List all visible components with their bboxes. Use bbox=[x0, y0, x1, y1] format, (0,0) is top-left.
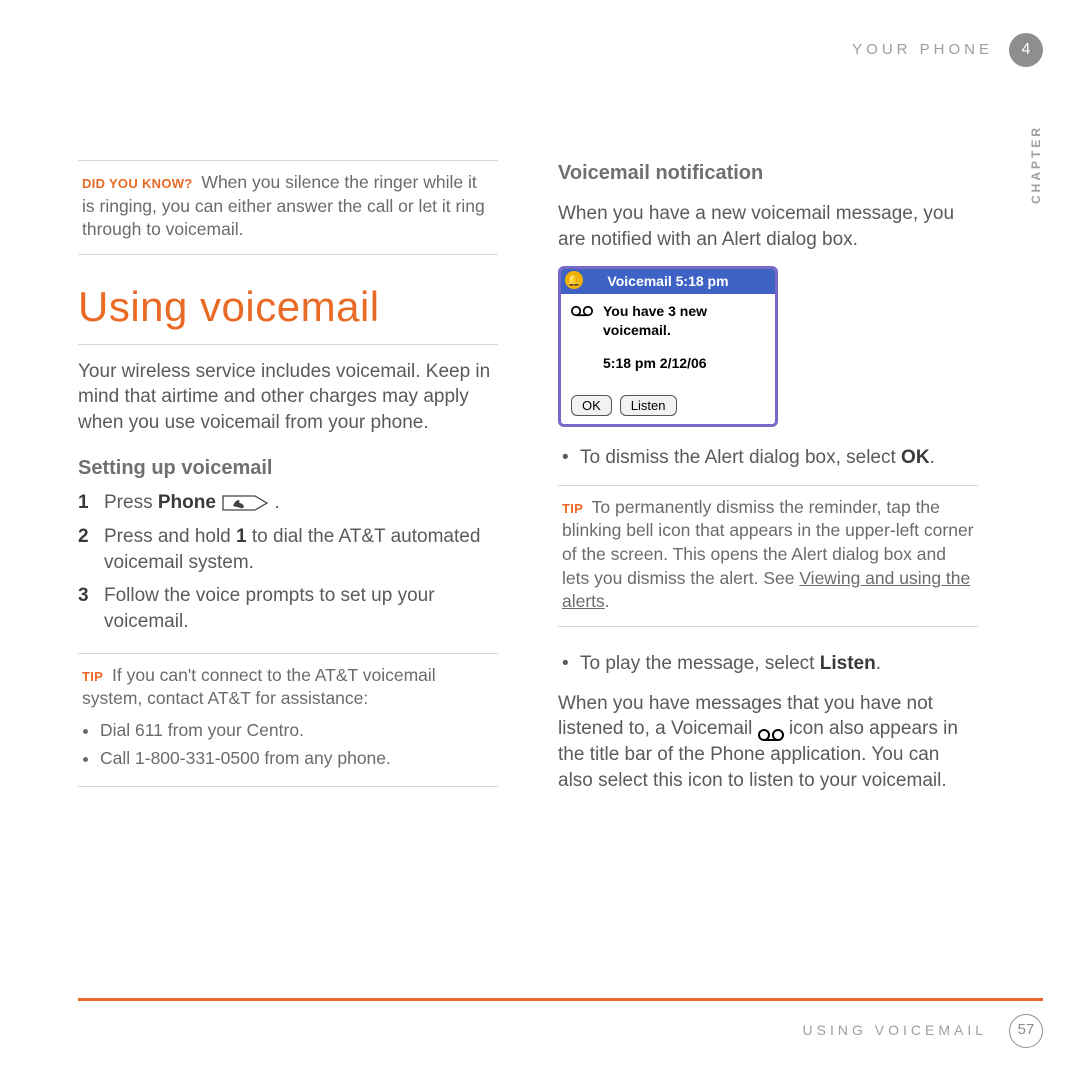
callout-lead: DID YOU KNOW? bbox=[82, 176, 193, 191]
chapter-badge: 4 bbox=[1009, 33, 1043, 67]
left-column: DID YOU KNOW? When you silence the ringe… bbox=[78, 160, 498, 811]
side-chapter-label: CHAPTER bbox=[1028, 125, 1044, 204]
screenshot-timestamp: 5:18 pm 2/12/06 bbox=[603, 354, 765, 373]
bell-icon: 🔔 bbox=[565, 271, 583, 289]
bullet-dismiss: To dismiss the Alert dialog box, select … bbox=[580, 445, 978, 471]
step-3: 3 Follow the voice prompts to set up you… bbox=[78, 583, 498, 634]
phone-key-icon bbox=[221, 493, 269, 513]
notification-intro: When you have a new voicemail message, y… bbox=[558, 201, 978, 252]
screenshot-listen-button: Listen bbox=[620, 395, 677, 417]
running-header: YOUR PHONE bbox=[852, 40, 993, 60]
callout-lead: TIP bbox=[82, 669, 103, 684]
voicemail-icon bbox=[758, 724, 784, 738]
step-2: 2 Press and hold 1 to dial the AT&T auto… bbox=[78, 524, 498, 575]
tip-box-right: TIP To permanently dismiss the reminder,… bbox=[558, 485, 978, 627]
title-bar-paragraph: When you have messages that you have not… bbox=[558, 691, 978, 794]
did-you-know-box: DID YOU KNOW? When you silence the ringe… bbox=[78, 160, 498, 255]
subheading-setup: Setting up voicemail bbox=[78, 455, 498, 482]
setup-steps: 1 Press Phone . 2 Press and hold 1 to di… bbox=[78, 490, 498, 634]
callout-lead: TIP bbox=[562, 501, 583, 516]
tip-bullet: Dial 611 from your Centro. bbox=[100, 719, 494, 743]
voicemail-icon bbox=[571, 303, 593, 340]
page-footer: USING VOICEMAIL 57 bbox=[78, 998, 1043, 1050]
section-heading: Using voicemail bbox=[78, 279, 498, 345]
screenshot-titlebar: 🔔 Voicemail 5:18 pm bbox=[561, 269, 775, 294]
alert-dialog-screenshot: 🔔 Voicemail 5:18 pm You have 3 new voice… bbox=[558, 266, 778, 427]
screenshot-ok-button: OK bbox=[571, 395, 612, 417]
bullet-listen: To play the message, select Listen. bbox=[580, 651, 978, 677]
tip-box-left: TIP If you can't connect to the AT&T voi… bbox=[78, 653, 498, 788]
page-number: 57 bbox=[1009, 1014, 1043, 1048]
tip-bullet: Call 1-800-331-0500 from any phone. bbox=[100, 747, 494, 771]
screenshot-message: You have 3 new voicemail. bbox=[603, 302, 765, 340]
step-1: 1 Press Phone . bbox=[78, 490, 498, 516]
callout-text: If you can't connect to the AT&T voicema… bbox=[82, 665, 436, 709]
footer-section-label: USING VOICEMAIL bbox=[803, 1021, 987, 1040]
subheading-notification: Voicemail notification bbox=[558, 160, 978, 187]
right-column: Voicemail notification When you have a n… bbox=[558, 160, 978, 811]
intro-paragraph: Your wireless service includes voicemail… bbox=[78, 359, 498, 436]
